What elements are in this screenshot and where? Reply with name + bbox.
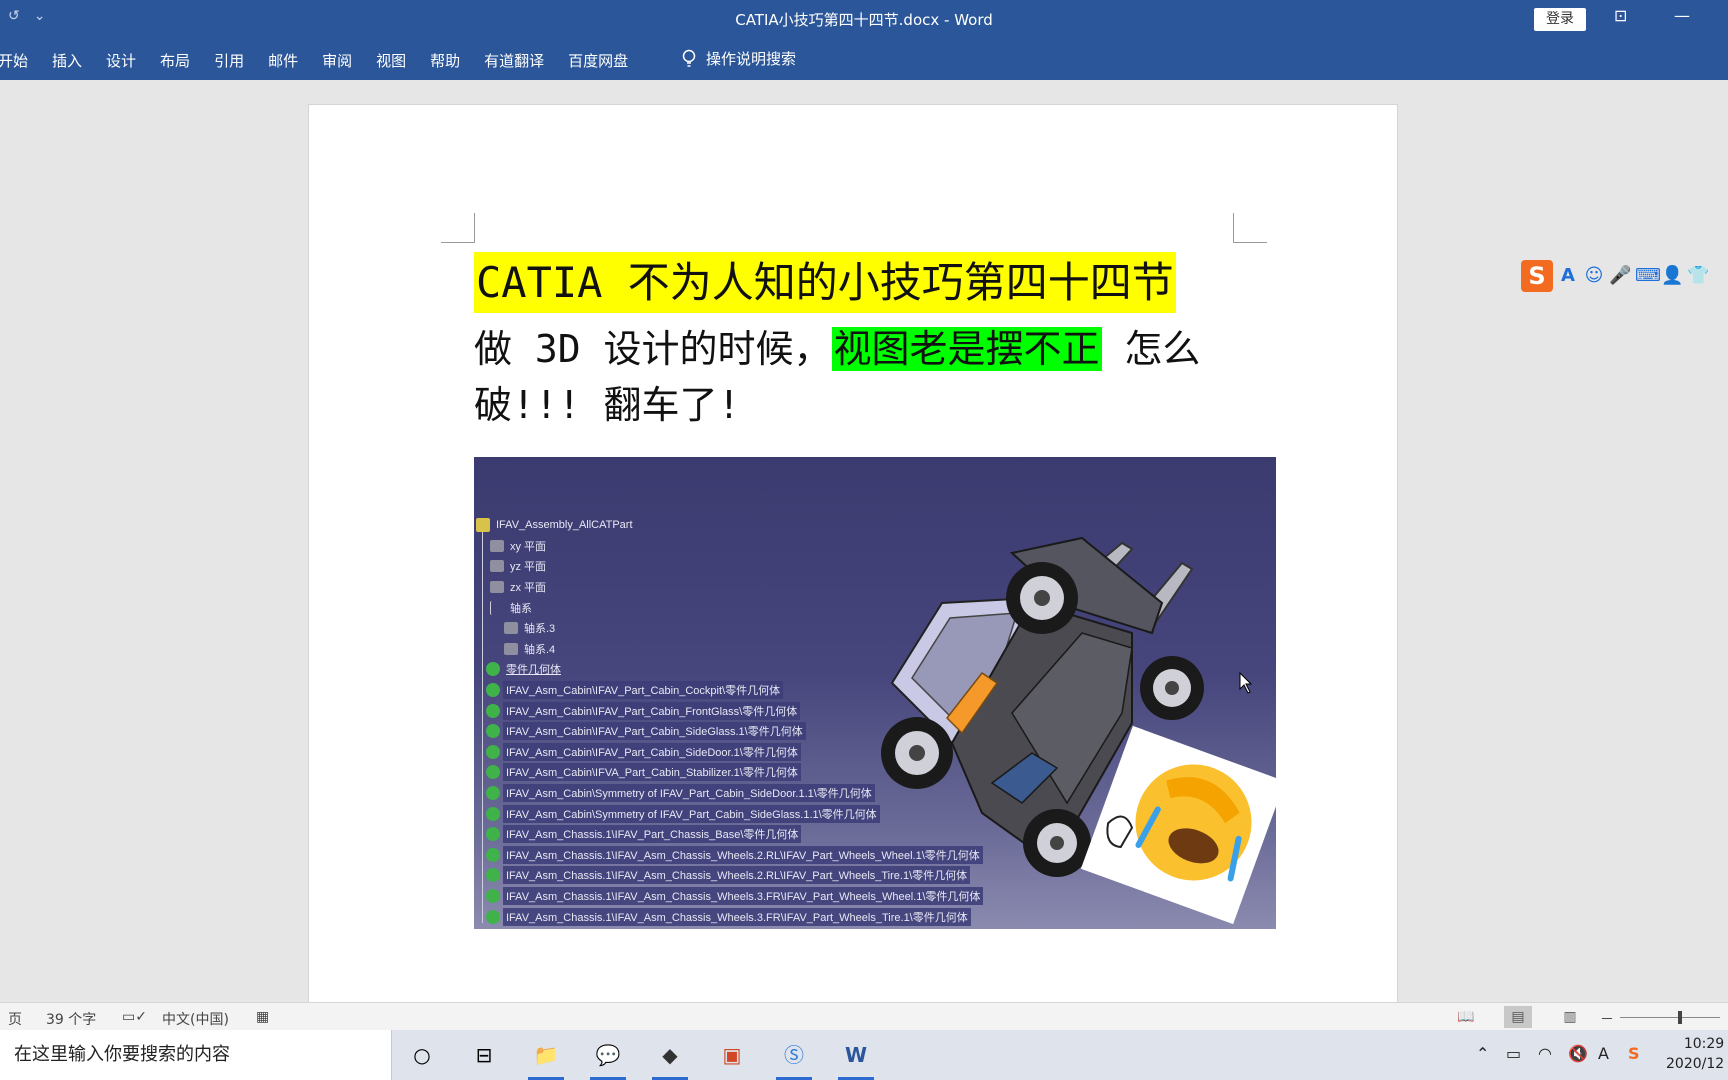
ime-indicator-icon[interactable]: A xyxy=(1598,1044,1609,1063)
catia-icon[interactable]: ◆ xyxy=(652,1038,688,1080)
document-canvas[interactable]: CATIA 不为人知的小技巧第四十四节 做 3D 设计的时候，视图老是摆不正 怎… xyxy=(0,80,1728,1004)
paragraph-text-start: 做 3D 设计的时候， xyxy=(474,327,832,371)
windows-taskbar: 在这里输入你要搜索的内容 ○ ⊟ 📁 💬 ◆ ▣ Ⓢ W ⌃ ▭ ◠ 🔇 A S… xyxy=(0,1030,1728,1080)
skin-icon[interactable]: 👕 xyxy=(1687,265,1709,287)
read-mode-icon[interactable]: 📖 xyxy=(1452,1006,1480,1028)
tab-insert[interactable]: 插入 xyxy=(40,50,94,71)
show-hidden-icons-icon[interactable]: ⌃ xyxy=(1476,1044,1489,1063)
body-icon xyxy=(486,662,500,677)
body-icon xyxy=(486,724,500,739)
tab-review[interactable]: 审阅 xyxy=(310,50,364,71)
wheel xyxy=(1006,562,1078,634)
body-icon xyxy=(486,765,500,780)
powerpoint-icon[interactable]: ▣ xyxy=(714,1038,750,1072)
axis-icon xyxy=(504,622,518,635)
taskbar-search-box[interactable]: 在这里输入你要搜索的内容 xyxy=(0,1030,392,1080)
plane-icon xyxy=(490,539,504,552)
user-icon[interactable]: 👤 xyxy=(1661,265,1683,287)
tab-view[interactable]: 视图 xyxy=(364,50,418,71)
document-heading[interactable]: CATIA 不为人知的小技巧第四十四节 xyxy=(474,252,1176,313)
ribbon: 开始 插入 设计 布局 引用 邮件 审阅 视图 帮助 有道翻译 百度网盘 操作说… xyxy=(0,38,1728,80)
body-icon xyxy=(486,827,500,842)
word-count[interactable]: 39 个字 xyxy=(46,1009,96,1029)
axis-system-icon xyxy=(490,600,504,615)
body-icon xyxy=(486,683,500,698)
page-indicator[interactable]: 页 xyxy=(8,1009,22,1029)
emoji-icon[interactable]: ☺ xyxy=(1583,265,1605,287)
tab-mailings[interactable]: 邮件 xyxy=(256,50,310,71)
tell-me-search[interactable]: 操作说明搜索 xyxy=(682,48,796,69)
title-bar: ↺ ⌄ CATIA小技巧第四十四节.docx - Word 登录 ⊡ — xyxy=(0,0,1728,38)
battery-icon[interactable]: ▭ xyxy=(1506,1044,1521,1063)
cortana-icon[interactable]: ○ xyxy=(404,1038,440,1072)
zoom-out-button[interactable]: － xyxy=(1600,1009,1614,1029)
ribbon-display-icon[interactable]: ⊡ xyxy=(1614,6,1627,25)
microphone-icon[interactable]: 🎤 xyxy=(1609,265,1631,287)
wheel xyxy=(881,717,953,789)
crop-mark-top-right xyxy=(1233,213,1267,243)
assembly-icon xyxy=(476,518,490,533)
volume-muted-icon[interactable]: 🔇 xyxy=(1568,1044,1588,1063)
wheel xyxy=(1140,656,1204,720)
body-icon xyxy=(486,847,500,862)
document-paragraph[interactable]: 做 3D 设计的时候，视图老是摆不正 怎么破!!! 翻车了! xyxy=(474,321,1244,433)
macro-recording-icon[interactable]: ▦ xyxy=(256,1009,269,1025)
tab-youdao-translate[interactable]: 有道翻译 xyxy=(472,50,556,71)
body-icon xyxy=(486,909,500,924)
plane-icon xyxy=(490,581,504,594)
ribbon-tabs: 开始 插入 设计 布局 引用 邮件 审阅 视图 帮助 有道翻译 百度网盘 xyxy=(0,50,640,71)
body-icon xyxy=(486,806,500,821)
crop-mark-top-left xyxy=(441,213,475,243)
file-explorer-icon[interactable]: 📁 xyxy=(528,1038,564,1080)
body-icon xyxy=(486,888,500,903)
tab-help[interactable]: 帮助 xyxy=(418,50,472,71)
tab-references[interactable]: 引用 xyxy=(202,50,256,71)
window-title: CATIA小技巧第四十四节.docx - Word xyxy=(735,11,993,29)
tab-layout[interactable]: 布局 xyxy=(148,50,202,71)
tab-design[interactable]: 设计 xyxy=(94,50,148,71)
tab-baidu-netdisk[interactable]: 百度网盘 xyxy=(556,50,640,71)
zoom-slider-thumb[interactable] xyxy=(1678,1011,1682,1024)
tab-home[interactable]: 开始 xyxy=(0,50,40,71)
proofing-icon[interactable]: ▭✓ xyxy=(122,1009,147,1025)
task-view-icon[interactable]: ⊟ xyxy=(466,1038,502,1072)
login-button[interactable]: 登录 xyxy=(1534,8,1586,31)
highlighted-text: 视图老是摆不正 xyxy=(831,327,1102,371)
lightbulb-icon xyxy=(682,49,696,67)
catia-screenshot-image[interactable]: IFAV_Assembly_AllCATPart xy 平面 yz 平面 zx … xyxy=(474,457,1276,929)
keyboard-icon[interactable]: ⌨ xyxy=(1635,265,1661,287)
sogou-logo-icon[interactable]: S xyxy=(1521,260,1553,292)
wifi-icon[interactable]: ◠ xyxy=(1538,1044,1552,1063)
document-page[interactable]: CATIA 不为人知的小技巧第四十四节 做 3D 设计的时候，视图老是摆不正 怎… xyxy=(308,104,1398,1004)
plane-icon xyxy=(490,560,504,573)
sogou-tray-icon[interactable]: S xyxy=(1628,1044,1640,1063)
clock-time: 10:29 xyxy=(1683,1036,1725,1052)
zoom-slider[interactable] xyxy=(1620,1017,1720,1018)
web-layout-icon[interactable]: ▥ xyxy=(1556,1006,1584,1028)
tree-item: IFAV_Asm_Chassis.1\IFAV_Asm_Chassis_Whee… xyxy=(476,886,984,907)
body-icon xyxy=(486,703,500,718)
print-layout-icon[interactable]: ▤ xyxy=(1504,1006,1532,1028)
sogou-browser-icon[interactable]: Ⓢ xyxy=(776,1038,812,1080)
body-icon xyxy=(486,786,500,801)
tell-me-label: 操作说明搜索 xyxy=(706,50,797,68)
ime-mode-icon[interactable]: A xyxy=(1557,265,1579,287)
axis-icon xyxy=(504,642,518,655)
status-bar: 页 39 个字 ▭✓ 中文(中国) ▦ 📖 ▤ ▥ － xyxy=(0,1002,1728,1030)
language-indicator[interactable]: 中文(中国) xyxy=(162,1009,229,1029)
clock-date: 2020/12 xyxy=(1666,1056,1725,1072)
body-icon xyxy=(486,744,500,759)
minimize-icon[interactable]: — xyxy=(1674,6,1690,25)
body-icon xyxy=(486,868,500,883)
system-clock[interactable]: 10:29 2020/12 xyxy=(1666,1034,1724,1074)
word-icon[interactable]: W xyxy=(838,1038,874,1080)
wechat-icon[interactable]: 💬 xyxy=(590,1038,626,1080)
ime-toolbar[interactable]: S A ☺ 🎤 ⌨ 👤 👕 xyxy=(1521,260,1709,292)
tree-item: IFAV_Asm_Chassis.1\IFAV_Asm_Chassis_Whee… xyxy=(476,906,983,927)
